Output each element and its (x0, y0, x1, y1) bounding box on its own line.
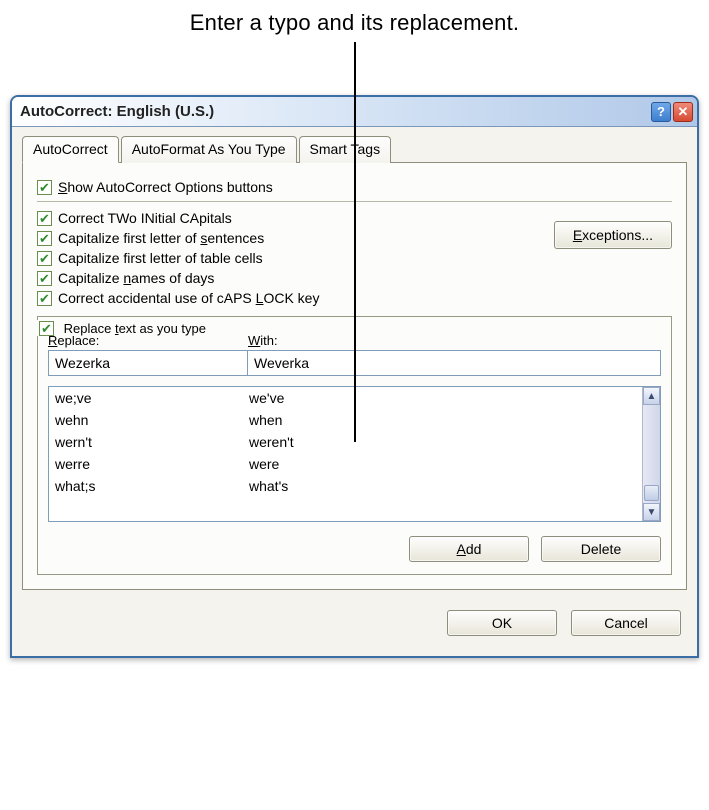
ok-button[interactable]: OK (447, 610, 557, 636)
checkbox-label: Capitalize first letter of table cells (58, 250, 263, 266)
checkbox-icon: ✔ (37, 291, 52, 306)
list-with: weren't (249, 434, 294, 450)
list-item[interactable]: what;s what's (49, 475, 642, 497)
checkbox-label: Correct TWo INitial CApitals (58, 210, 232, 226)
label-with: With: (248, 333, 278, 348)
scroll-track[interactable] (643, 405, 660, 503)
tab-autoformat[interactable]: AutoFormat As You Type (121, 136, 297, 163)
pointer-line (354, 42, 356, 442)
checkbox-icon: ✔ (37, 231, 52, 246)
checkbox-icon: ✔ (37, 271, 52, 286)
cancel-button[interactable]: Cancel (571, 610, 681, 636)
list-replace: wehn (55, 412, 249, 428)
tab-smart-tags[interactable]: Smart Tags (299, 136, 392, 163)
list-item[interactable]: wehn when (49, 409, 642, 431)
checkbox-label: Correct accidental use of cAPS LOCK key (58, 290, 319, 306)
scroll-up-button[interactable]: ▲ (643, 387, 660, 405)
help-button[interactable]: ? (651, 102, 671, 122)
delete-button[interactable]: Delete (541, 536, 661, 562)
list-replace: what;s (55, 478, 249, 494)
checkbox-icon: ✔ (37, 211, 52, 226)
list-replace: wern't (55, 434, 249, 450)
chevron-down-icon: ▼ (647, 507, 657, 518)
list-item[interactable]: werre were (49, 453, 642, 475)
instruction-caption: Enter a typo and its replacement. (0, 0, 709, 36)
replace-input[interactable] (48, 350, 248, 376)
exceptions-button[interactable]: Exceptions... (554, 221, 672, 249)
scrollbar[interactable]: ▲ ▼ (642, 387, 660, 521)
list-replace: werre (55, 456, 249, 472)
list-rows: we;ve we've wehn when wern't weren't w (49, 387, 642, 521)
add-button[interactable]: Add (409, 536, 529, 562)
list-with: we've (249, 390, 284, 406)
checkbox-label: Show AutoCorrect Options buttons (58, 179, 273, 195)
window-title: AutoCorrect: English (U.S.) (20, 103, 651, 120)
chevron-up-icon: ▲ (647, 391, 657, 402)
list-item[interactable]: wern't weren't (49, 431, 642, 453)
option-replace-as-you-type[interactable]: ✔ Replace text as you type (37, 320, 210, 336)
checkbox-icon: ✔ (39, 321, 54, 336)
close-icon: ✕ (678, 104, 689, 120)
list-replace: we;ve (55, 390, 249, 406)
close-button[interactable]: ✕ (673, 102, 693, 122)
list-with: when (249, 412, 282, 428)
list-with: what's (249, 478, 288, 494)
with-input[interactable] (248, 350, 661, 376)
checkbox-icon: ✔ (37, 251, 52, 266)
tab-autocorrect[interactable]: AutoCorrect (22, 136, 119, 163)
scroll-down-button[interactable]: ▼ (643, 503, 660, 521)
checkbox-label: Capitalize names of days (58, 270, 214, 286)
checkbox-icon: ✔ (37, 180, 52, 195)
list-item[interactable]: we;ve we've (49, 387, 642, 409)
list-with: were (249, 456, 279, 472)
checkbox-label: Replace text as you type (64, 321, 206, 336)
checkbox-label: Capitalize first letter of sentences (58, 230, 264, 246)
scroll-thumb[interactable] (644, 485, 659, 501)
